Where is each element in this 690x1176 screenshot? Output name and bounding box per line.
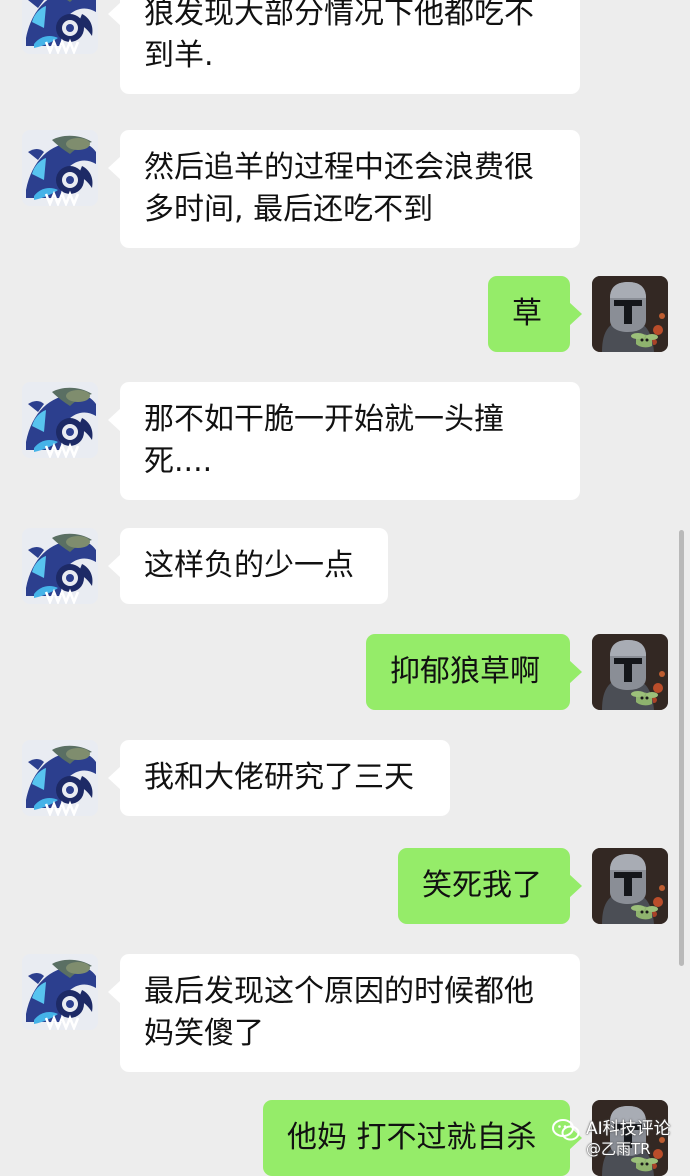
monster-avatar-icon[interactable] <box>22 382 98 458</box>
monster-avatar-icon[interactable] <box>22 130 98 206</box>
message-bubble-outgoing[interactable]: 他妈 打不过就自杀 <box>263 1100 582 1176</box>
monster-avatar-icon[interactable] <box>22 0 98 54</box>
message-bubble-incoming[interactable]: 那不如干脆一开始就一头撞死.... <box>108 382 580 500</box>
armored-hero-avatar-icon[interactable] <box>592 634 668 710</box>
watermark-handle: @乙雨TR <box>586 1140 651 1158</box>
message-bubble-incoming[interactable]: 然后追羊的过程中还会浪费很多时间, 最后还吃不到 <box>108 130 580 248</box>
message-bubble-incoming[interactable]: 我和大佬研究了三天 <box>108 740 450 816</box>
chat-area[interactable]: 狼发现大部分情况下他都吃不到羊. 然后追羊的过程中还会浪费很多时间, 最后还吃不… <box>0 0 690 1176</box>
scrollbar[interactable] <box>679 530 684 966</box>
monster-avatar-icon[interactable] <box>22 528 98 604</box>
watermark: AI科技评论 @乙雨TR <box>552 1116 688 1160</box>
message-bubble-incoming[interactable]: 狼发现大部分情况下他都吃不到羊. <box>108 0 580 94</box>
wechat-icon <box>552 1118 580 1142</box>
message-bubble-incoming[interactable]: 最后发现这个原因的时候都他妈笑傻了 <box>108 954 580 1072</box>
armored-hero-avatar-icon[interactable] <box>592 276 668 352</box>
message-bubble-incoming[interactable]: 这样负的少一点 <box>108 528 388 604</box>
message-bubble-outgoing[interactable]: 草 <box>488 276 582 352</box>
message-bubble-outgoing[interactable]: 抑郁狼草啊 <box>366 634 582 710</box>
monster-avatar-icon[interactable] <box>22 954 98 1030</box>
message-bubble-outgoing[interactable]: 笑死我了 <box>398 848 582 924</box>
watermark-brand: AI科技评论 <box>586 1119 671 1139</box>
armored-hero-avatar-icon[interactable] <box>592 848 668 924</box>
monster-avatar-icon[interactable] <box>22 740 98 816</box>
